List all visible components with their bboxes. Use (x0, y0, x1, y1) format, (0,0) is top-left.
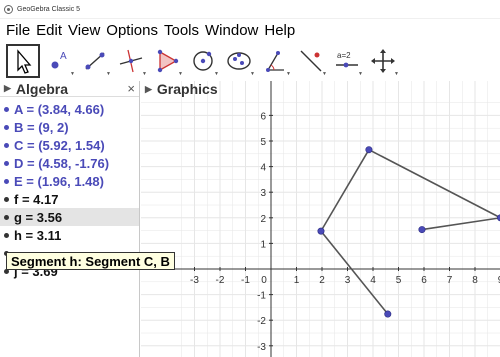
visibility-dot-icon[interactable] (4, 160, 9, 166)
move-tool-icon (17, 49, 32, 74)
segment-AE (320, 149, 370, 232)
algebra-item-text: f = 4.17 (14, 191, 59, 207)
algebra-item-C[interactable]: C = (5.92, 1.54) (0, 136, 139, 154)
algebra-item-f[interactable]: f = 4.17 (0, 190, 139, 208)
algebra-item-text: D = (4.58, -1.76) (14, 155, 110, 171)
y-tick-label: -1 (257, 291, 266, 302)
svg-text:A: A (60, 51, 67, 62)
y-tick-label: 1 (260, 239, 266, 250)
y-tick-label: -3 (257, 342, 266, 353)
x-tick-label: -1 (241, 275, 250, 286)
svg-text:a=2: a=2 (337, 51, 351, 60)
point-E (317, 227, 325, 235)
x-tick-label: 8 (472, 275, 478, 286)
line-tool-button[interactable]: ▼ (78, 44, 112, 78)
points (317, 146, 500, 318)
point-A (365, 146, 373, 154)
y-tick-label: -2 (257, 316, 266, 327)
algebra-item-B[interactable]: B = (9, 2) (0, 118, 139, 136)
x-tick-label: 4 (370, 275, 376, 286)
x-tick-label: 6 (421, 275, 427, 286)
algebra-header[interactable]: ▶ Algebra × (0, 81, 139, 97)
geogebra-logo-icon (4, 4, 13, 14)
collapse-arrow-icon[interactable]: ▶ (145, 84, 152, 95)
point-tool-button[interactable]: A ▼ (42, 44, 76, 78)
algebra-item-E[interactable]: E = (1.96, 1.48) (0, 172, 139, 190)
y-tick-label: 3 (260, 188, 266, 199)
x-tick-label: -2 (216, 275, 225, 286)
x-tick-label: 3 (345, 275, 351, 286)
algebra-item-text: C = (5.92, 1.54) (14, 137, 105, 153)
menu-file[interactable]: File (6, 22, 30, 39)
point-D (384, 310, 392, 318)
y-tick-label: 5 (260, 137, 266, 148)
menu-window[interactable]: Window (205, 22, 258, 39)
algebra-title: Algebra (15, 80, 69, 97)
toolbar: A ▼ ▼ ▼ ▼ ▼ ▼ ▼ ▼ a=2 ▼ ▼ (0, 41, 500, 81)
x-tick-label: 0 (261, 275, 267, 286)
menu-options[interactable]: Options (106, 22, 158, 39)
algebra-item-text: h = 3.11 (14, 227, 62, 243)
x-tick-label: 2 (319, 275, 325, 286)
menu-help[interactable]: Help (264, 22, 295, 39)
x-tick-label: 1 (294, 275, 300, 286)
grid (141, 81, 500, 357)
algebra-item-A[interactable]: A = (3.84, 4.66) (0, 100, 139, 118)
conic-tool-button[interactable]: ▼ (222, 44, 256, 78)
visibility-dot-icon[interactable] (4, 106, 9, 112)
window-title: GeoGebra Classic 5 (17, 5, 81, 13)
graphics-header[interactable]: ▶ Graphics (141, 81, 218, 97)
polygon-tool-button[interactable]: ▼ (150, 44, 184, 78)
algebra-item-h[interactable]: h = 3.11 (0, 226, 139, 244)
visibility-dot-icon[interactable] (4, 214, 9, 220)
algebra-item-text: A = (3.84, 4.66) (14, 101, 105, 117)
segment-CB (421, 217, 500, 231)
perpendicular-line-tool-button[interactable]: ▼ (114, 44, 148, 78)
graphics-view[interactable]: -3-2-10123456789654321-1-2-3 ▶ Graphics (141, 81, 500, 357)
move-graphics-view-tool-button[interactable]: ▼ (366, 44, 400, 78)
algebra-item-text: g = 3.56 (14, 209, 63, 225)
collapse-arrow-icon[interactable]: ▶ (4, 83, 11, 94)
menu-tools[interactable]: Tools (164, 22, 199, 39)
segment-tooltip: Segment h: Segment C, B (6, 252, 175, 270)
graphics-title: Graphics (156, 81, 218, 97)
algebra-item-text: E = (1.96, 1.48) (14, 173, 104, 189)
move-tool-button[interactable] (6, 44, 40, 78)
close-icon[interactable]: × (127, 81, 135, 96)
menu-edit[interactable]: Edit (36, 22, 62, 39)
y-tick-label: 6 (260, 111, 266, 122)
slider-tool-button[interactable]: a=2 ▼ (330, 44, 364, 78)
algebra-item-D[interactable]: D = (4.58, -1.76) (0, 154, 139, 172)
x-tick-label: -3 (190, 275, 199, 286)
segment-BA (368, 148, 500, 219)
algebra-item-text: B = (9, 2) (14, 119, 69, 135)
menu-bar: File Edit View Options Tools Window Help (0, 19, 500, 41)
visibility-dot-icon[interactable] (4, 124, 9, 130)
visibility-dot-icon[interactable] (4, 178, 9, 184)
y-tick-label: 4 (260, 163, 266, 174)
graphics-canvas[interactable]: -3-2-10123456789654321-1-2-3 (141, 81, 500, 357)
visibility-dot-icon[interactable] (4, 142, 9, 148)
algebra-item-g[interactable]: g = 3.56 (0, 208, 139, 226)
menu-view[interactable]: View (68, 22, 100, 39)
visibility-dot-icon[interactable] (4, 196, 9, 202)
angle-tool-button[interactable]: ▼ (258, 44, 292, 78)
title-bar: GeoGebra Classic 5 (0, 0, 500, 19)
y-tick-label: 2 (260, 214, 266, 225)
circle-tool-button[interactable]: ▼ (186, 44, 220, 78)
x-tick-label: 7 (447, 275, 453, 286)
visibility-dot-icon[interactable] (4, 232, 9, 238)
tick-labels: -3-2-10123456789654321-1-2-3 (190, 111, 500, 352)
point-C (418, 226, 426, 234)
algebra-view: ▶ Algebra × A = (3.84, 4.66) B = (9, 2) … (0, 81, 140, 357)
reflect-tool-button[interactable]: ▼ (294, 44, 328, 78)
x-tick-label: 5 (396, 275, 402, 286)
